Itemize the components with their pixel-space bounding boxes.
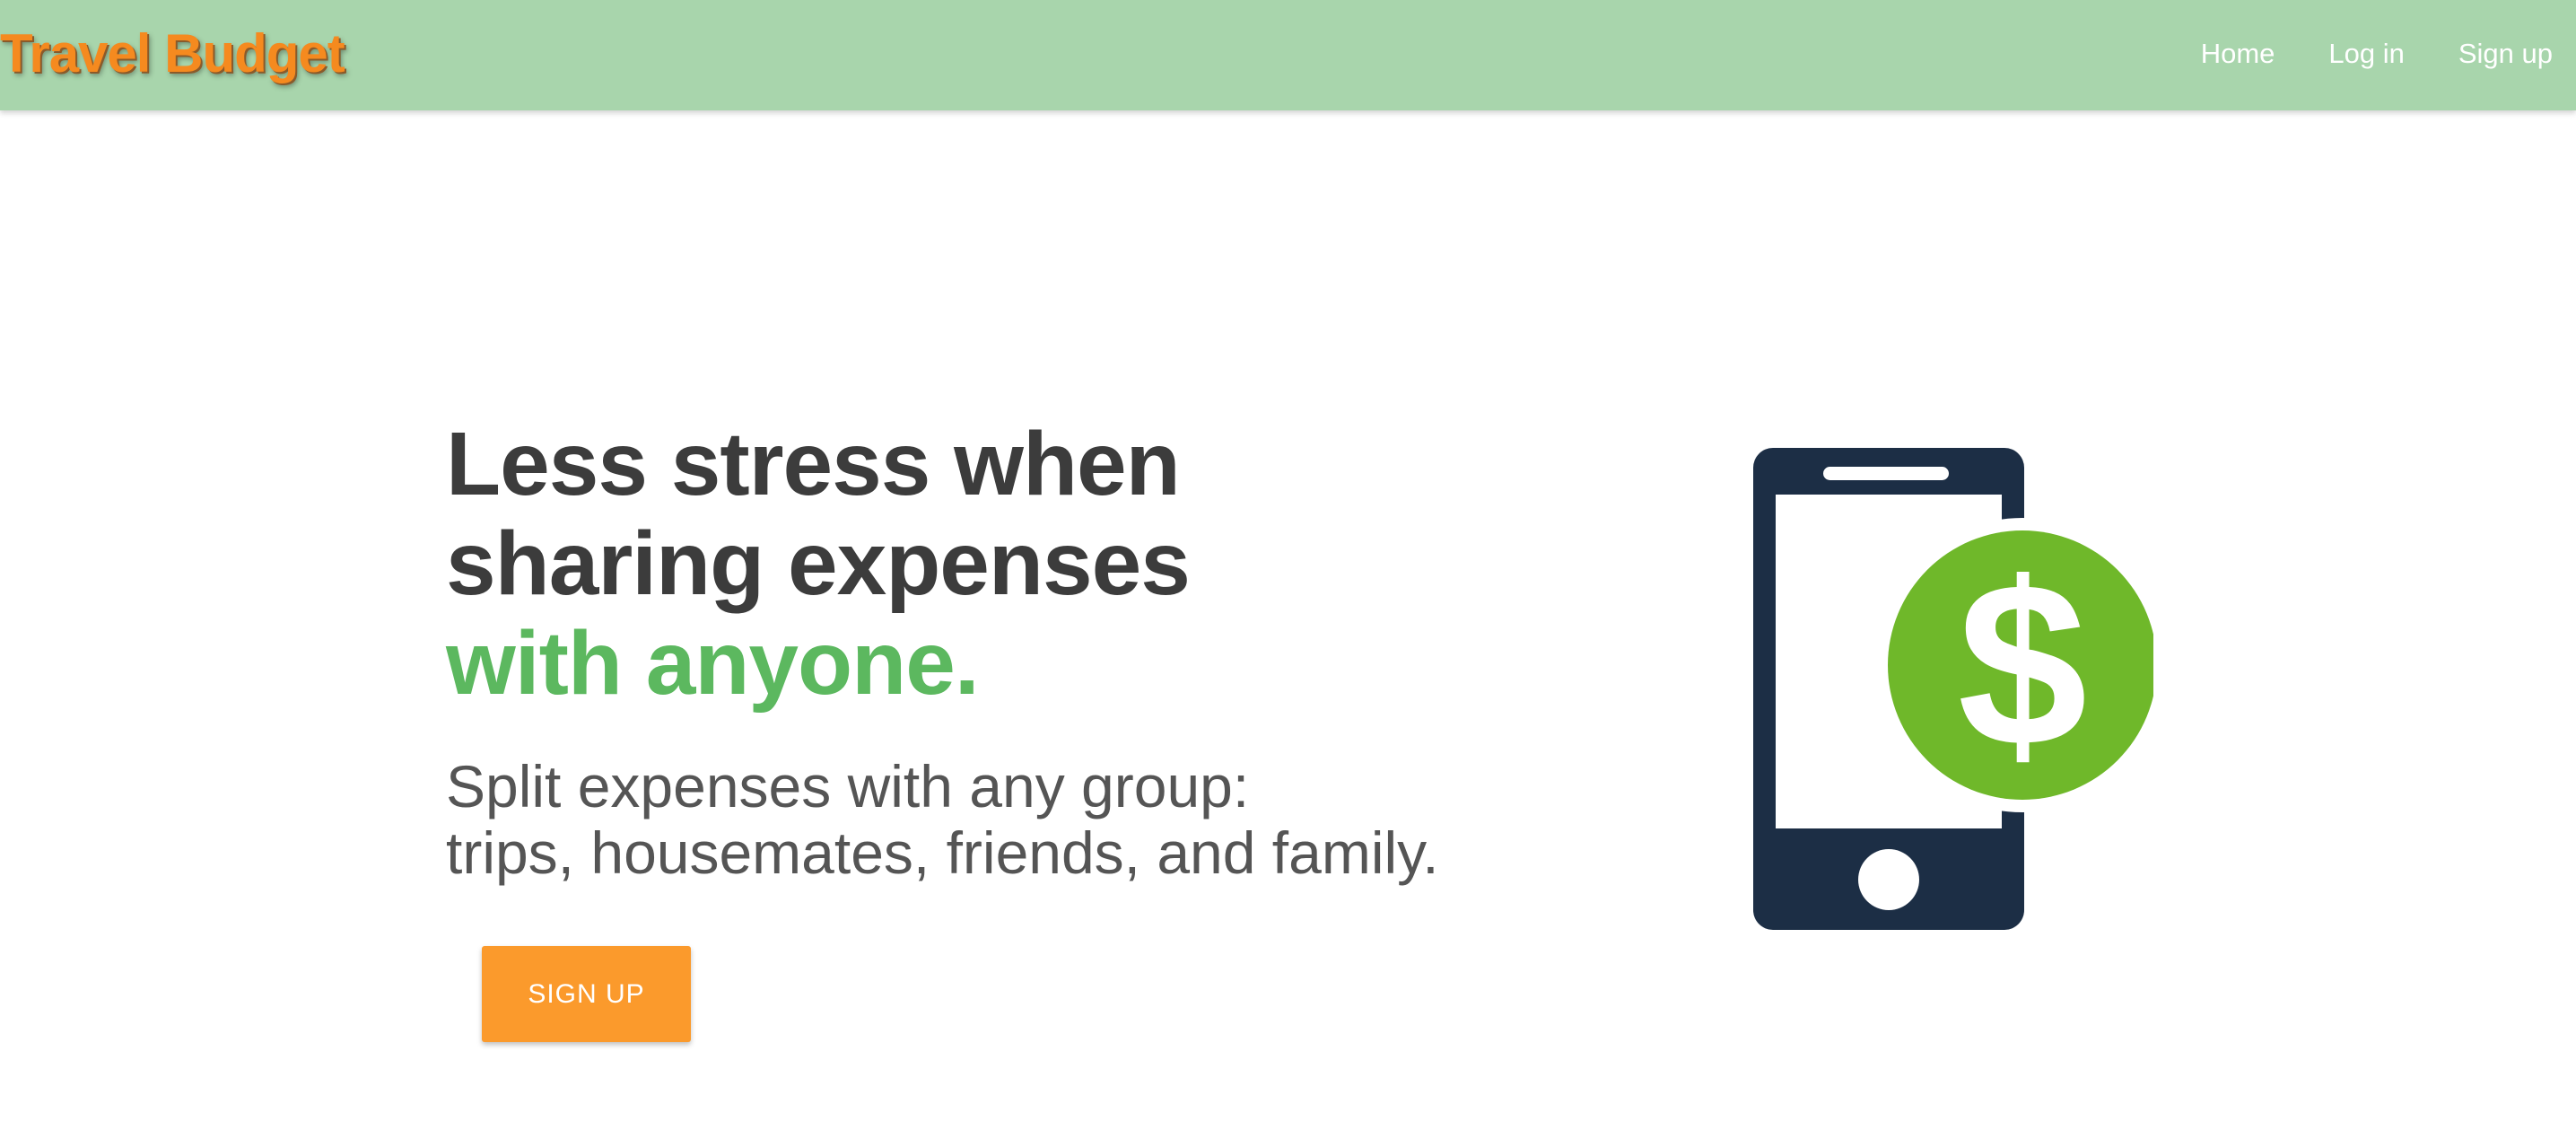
- nav-links: Home Log in Sign up: [2147, 34, 2553, 74]
- headline-line-2: sharing expenses: [446, 513, 1191, 614]
- signup-button[interactable]: SIGN UP: [482, 946, 691, 1042]
- top-navbar: Travel Budget Home Log in Sign up: [0, 0, 2576, 110]
- nav-link-home[interactable]: Home: [2201, 34, 2275, 74]
- headline-accent: with anyone.: [446, 613, 980, 714]
- hero-headline: Less stress when sharing expenses with a…: [446, 415, 1612, 714]
- dollar-symbol: $: [1958, 535, 2088, 795]
- hero-subtitle: Split expenses with any group: trips, ho…: [446, 753, 1612, 886]
- phone-dollar-icon: $: [1750, 444, 2170, 933]
- nav-link-signup[interactable]: Sign up: [2458, 34, 2553, 74]
- subtitle-line-1: Split expenses with any group:: [446, 753, 1250, 819]
- hero-section: Less stress when sharing expenses with a…: [446, 415, 1612, 887]
- subtitle-line-2: trips, housemates, friends, and family.: [446, 819, 1439, 886]
- brand-logo[interactable]: Travel Budget: [0, 20, 345, 88]
- nav-link-login[interactable]: Log in: [2328, 34, 2404, 74]
- headline-line-1: Less stress when: [446, 414, 1181, 514]
